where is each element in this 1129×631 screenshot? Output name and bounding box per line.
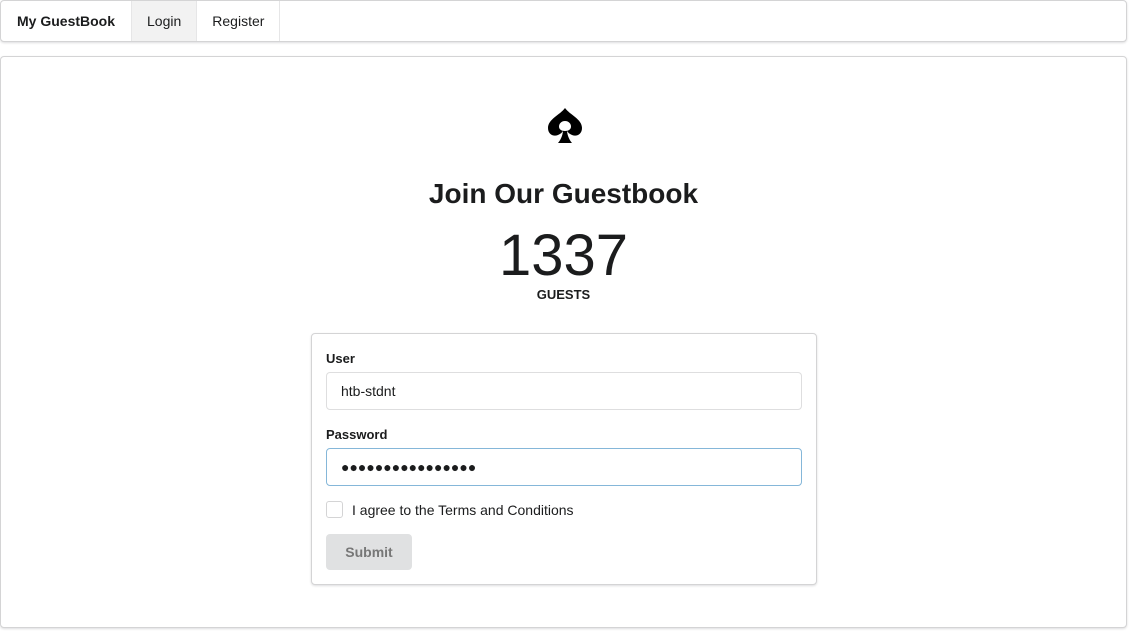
main-panel: Join Our Guestbook 1337 GUESTS User Pass…: [0, 56, 1127, 628]
password-input[interactable]: [326, 448, 802, 486]
login-form: User Password I agree to the Terms and C…: [311, 333, 817, 585]
top-nav: My GuestBook Login Register: [0, 0, 1127, 42]
user-label: User: [326, 351, 355, 366]
submit-button[interactable]: Submit: [326, 534, 412, 570]
guest-count-label: GUESTS: [536, 287, 591, 302]
brand-link[interactable]: My GuestBook: [1, 1, 133, 41]
nav-login[interactable]: Login: [132, 1, 198, 41]
guest-count: 1337: [498, 223, 629, 288]
spade-icon: [548, 108, 582, 143]
page-title: Join Our Guestbook: [428, 178, 699, 209]
terms-label[interactable]: I agree to the Terms and Conditions: [352, 502, 574, 518]
nav-register[interactable]: Register: [197, 1, 281, 41]
password-label: Password: [326, 427, 388, 442]
terms-checkbox[interactable]: [326, 501, 343, 518]
user-input[interactable]: [326, 372, 802, 410]
